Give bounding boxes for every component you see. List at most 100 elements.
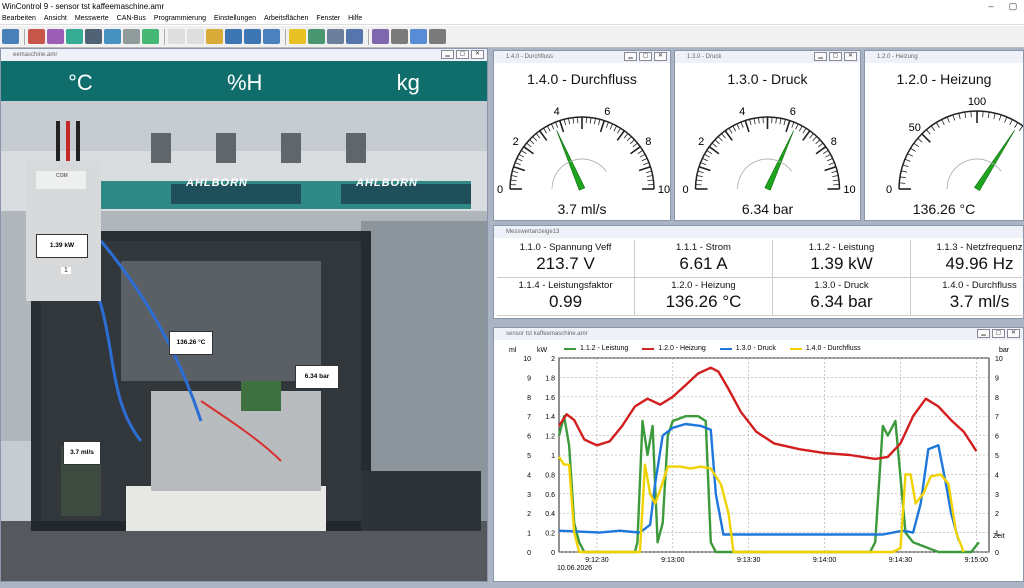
restore-icon[interactable]: ▢ bbox=[829, 52, 842, 61]
gauge-tick bbox=[698, 165, 711, 172]
bar-chart-icon[interactable] bbox=[28, 29, 45, 44]
menu-item-8[interactable]: Hilfe bbox=[348, 15, 362, 22]
gauge-tick-label: 0 bbox=[497, 184, 503, 196]
graph-icon[interactable] bbox=[104, 29, 121, 44]
open-folder-icon[interactable] bbox=[206, 29, 223, 44]
maximize-button[interactable]: ▢ bbox=[1002, 0, 1024, 13]
gauge-tick bbox=[987, 111, 990, 118]
close-icon[interactable]: ✕ bbox=[471, 50, 484, 59]
minimize-icon[interactable]: ▁ bbox=[814, 52, 827, 61]
gauge-tick bbox=[958, 113, 961, 120]
numeric-icon[interactable] bbox=[123, 29, 140, 44]
chart-window[interactable]: sensor tst kaffeemaschine.amr ▁ ▢ ✕ 1.1.2 … bbox=[493, 327, 1024, 582]
wand-icon[interactable] bbox=[429, 29, 446, 44]
gauge-tick bbox=[550, 123, 555, 130]
close-icon[interactable]: ✕ bbox=[654, 52, 667, 61]
y-outer-tick: 6 bbox=[527, 434, 531, 441]
gauge-dial: 0 2 4 6 8 10 bbox=[682, 106, 855, 196]
menu-item-0[interactable]: Bearbeiten bbox=[2, 15, 36, 22]
chart-plot: 0 0 01 0.2 12 0.4 23 0.6 34 0.8 45 1 56 1.2 67 1.4 78 1.6… bbox=[509, 347, 1010, 572]
print-icon[interactable] bbox=[391, 29, 408, 44]
gauge-tick bbox=[941, 119, 945, 126]
tag-leistung: 1.39 kW bbox=[36, 234, 88, 258]
spc-icon[interactable] bbox=[47, 29, 64, 44]
gauge-tick bbox=[598, 119, 601, 126]
chart-icon[interactable] bbox=[2, 29, 19, 44]
gauge-dial: 0 2 4 6 8 10 bbox=[497, 106, 670, 196]
image-icon[interactable] bbox=[142, 29, 159, 44]
menu-item-1[interactable]: Ansicht bbox=[44, 15, 67, 22]
settings-icon[interactable] bbox=[327, 29, 344, 44]
minimize-icon[interactable]: ▁ bbox=[624, 52, 637, 61]
gauge-tick bbox=[818, 142, 824, 148]
menu-item-4[interactable]: Programmierung bbox=[154, 15, 206, 22]
y-outer-tick: 0 bbox=[527, 550, 531, 557]
close-icon[interactable]: ✕ bbox=[844, 52, 857, 61]
menu-item-5[interactable]: Einstellungen bbox=[214, 15, 256, 22]
gauge-tick bbox=[798, 125, 803, 132]
restore-icon[interactable]: ▢ bbox=[992, 329, 1005, 338]
gauge-tick bbox=[609, 123, 614, 130]
gauge-tick bbox=[935, 122, 940, 128]
gauge-tick bbox=[623, 133, 629, 139]
menu-item-2[interactable]: Messwerte bbox=[75, 15, 109, 22]
network-icon[interactable] bbox=[66, 29, 83, 44]
photo-window[interactable]: eemaschine.amr ▁ ▢ ✕ °C %H kg AHLBORN AH… bbox=[0, 48, 488, 582]
save-disabled-icon[interactable] bbox=[187, 29, 204, 44]
gauge-window-title: 1.2.0 - Heizung bbox=[865, 51, 1023, 63]
gauge-value: 6.34 bar bbox=[741, 201, 794, 217]
y-inner-tick: 0 bbox=[551, 550, 555, 557]
gauge-window-durchfluss[interactable]: 1.4.0 - Durchfluss ▁ ▢ ✕ 1.4.0 - Durchflus… bbox=[493, 50, 671, 221]
gauge-tick bbox=[647, 179, 654, 182]
print-disabled-icon[interactable] bbox=[168, 29, 185, 44]
menu-item-7[interactable]: Fenster bbox=[316, 15, 340, 22]
gauge-window-heizung[interactable]: 1.2.0 - Heizung 1.2.0 - Heizung 0 50 100 1… bbox=[864, 50, 1024, 221]
window-controls: – ▢ bbox=[980, 0, 1024, 13]
device-icon[interactable] bbox=[346, 29, 363, 44]
gauge-tick bbox=[702, 157, 708, 162]
menu-item-6[interactable]: Arbeitsflächen bbox=[264, 15, 308, 22]
measurement-window[interactable]: Messwertanzeige13 1.1.0 - Spannung Veff 2… bbox=[493, 225, 1024, 319]
gauge-tick bbox=[646, 175, 653, 178]
gauge-tick bbox=[775, 117, 777, 124]
minimize-icon[interactable]: ▁ bbox=[977, 329, 990, 338]
gauge-tick bbox=[605, 121, 609, 128]
menu-item-3[interactable]: CAN-Bus bbox=[117, 15, 146, 22]
scan-icon[interactable] bbox=[372, 29, 389, 44]
tag-druck: 6.34 bar bbox=[295, 365, 339, 389]
gauge-tick bbox=[645, 170, 652, 173]
plug-icon[interactable] bbox=[410, 29, 427, 44]
gauge-icon[interactable] bbox=[308, 29, 325, 44]
minimize-button[interactable]: – bbox=[980, 0, 1002, 13]
table-icon[interactable] bbox=[85, 29, 102, 44]
measurement-cell: 1.1.0 - Spannung Veff 213.7 V bbox=[497, 240, 635, 278]
gauge-tick bbox=[568, 118, 571, 125]
close-icon[interactable]: ✕ bbox=[1007, 329, 1020, 338]
gauge-tick bbox=[946, 116, 950, 123]
gauge-window-druck[interactable]: 1.3.0 - Druck ▁ ▢ ✕ 1.3.0 - Druck 0 2 4 6 8 10 … bbox=[674, 50, 861, 221]
save-icon[interactable] bbox=[225, 29, 242, 44]
minimize-icon[interactable]: ▁ bbox=[441, 50, 454, 59]
chart-window-title: sensor tst kaffeemaschine.amr bbox=[494, 328, 1023, 340]
restore-icon[interactable]: ▢ bbox=[639, 52, 652, 61]
gauge-tick bbox=[744, 120, 750, 133]
gauge-tick bbox=[823, 150, 829, 154]
record-icon[interactable] bbox=[263, 29, 280, 44]
gauge-tick-label: 50 bbox=[909, 122, 921, 134]
gauge-tick bbox=[998, 114, 1002, 121]
measurement-label: 1.1.3 - Netzfrequenz bbox=[936, 242, 1023, 253]
save-as-icon[interactable] bbox=[244, 29, 261, 44]
y-outer-tick: 2 bbox=[527, 511, 531, 518]
y-right-tick: 9 bbox=[995, 375, 999, 382]
gauge-tick bbox=[732, 125, 737, 132]
gauge-tick bbox=[917, 138, 923, 143]
measurement-label: 1.4.0 - Durchfluss bbox=[942, 280, 1017, 291]
bell-icon[interactable] bbox=[289, 29, 306, 44]
restore-icon[interactable]: ▢ bbox=[456, 50, 469, 59]
y-inner-tick: 0.2 bbox=[545, 531, 555, 538]
gauge-title: 1.2.0 - Heizung bbox=[896, 71, 992, 87]
meter-number-label: 1 bbox=[61, 267, 71, 274]
gauge-tick bbox=[518, 153, 525, 158]
gauge-tick bbox=[714, 139, 720, 145]
gauge-tick bbox=[532, 136, 538, 142]
